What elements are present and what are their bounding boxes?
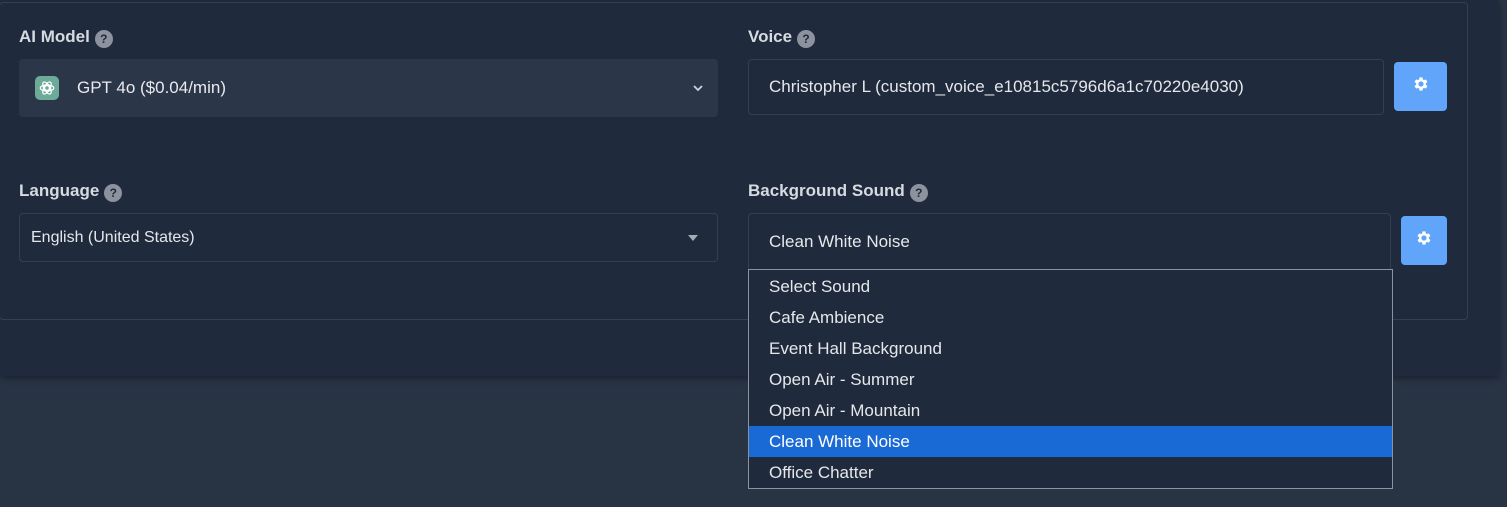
ai-model-select[interactable]: GPT 4o ($0.04/min) (19, 59, 718, 117)
dropdown-option-event-hall[interactable]: Event Hall Background (749, 333, 1392, 364)
background-sound-label-text: Background Sound (748, 181, 905, 200)
background-sound-select[interactable]: Clean White Noise (748, 213, 1391, 269)
background-sound-value: Clean White Noise (769, 231, 910, 251)
language-help-icon[interactable]: ? (104, 184, 123, 202)
ai-model-help-icon[interactable]: ? (94, 30, 113, 48)
language-value: English (United States) (31, 228, 195, 246)
voice-label: Voice ? (748, 26, 816, 48)
ai-model-value: GPT 4o ($0.04/min) (77, 78, 226, 97)
voice-value: Christopher L (custom_voice_e10815c5796d… (769, 77, 1244, 96)
openai-logo-icon (35, 76, 59, 100)
background-sound-dropdown: Select Sound Cafe Ambience Event Hall Ba… (748, 269, 1393, 489)
language-label-text: Language (19, 181, 100, 200)
voice-label-text: Voice (748, 27, 793, 46)
background-sound-help-icon[interactable]: ? (909, 184, 928, 202)
ai-model-label: AI Model ? (19, 26, 113, 48)
language-select[interactable]: English (United States) (19, 213, 718, 262)
ai-model-label-text: AI Model (19, 27, 90, 46)
dropdown-option-office-chatter[interactable]: Office Chatter (749, 457, 1392, 488)
dropdown-option-clean-white-noise[interactable]: Clean White Noise (749, 426, 1392, 457)
voice-field[interactable]: Christopher L (custom_voice_e10815c5796d… (748, 59, 1384, 115)
chevron-down-icon (692, 81, 704, 99)
dropdown-option-cafe-ambience[interactable]: Cafe Ambience (749, 302, 1392, 333)
background-sound-settings-button[interactable] (1401, 216, 1447, 265)
dropdown-option-open-air-summer[interactable]: Open Air - Summer (749, 364, 1392, 395)
voice-help-icon[interactable]: ? (797, 30, 816, 48)
background-sound-label: Background Sound ? (748, 180, 928, 202)
language-label: Language ? (19, 180, 123, 202)
gear-icon (1412, 75, 1430, 98)
dropdown-option-open-air-mountain[interactable]: Open Air - Mountain (749, 395, 1392, 426)
voice-settings-button[interactable] (1394, 62, 1447, 111)
dropdown-option-select-sound[interactable]: Select Sound (749, 271, 1392, 302)
gear-icon (1415, 229, 1433, 252)
caret-down-icon (688, 235, 698, 241)
